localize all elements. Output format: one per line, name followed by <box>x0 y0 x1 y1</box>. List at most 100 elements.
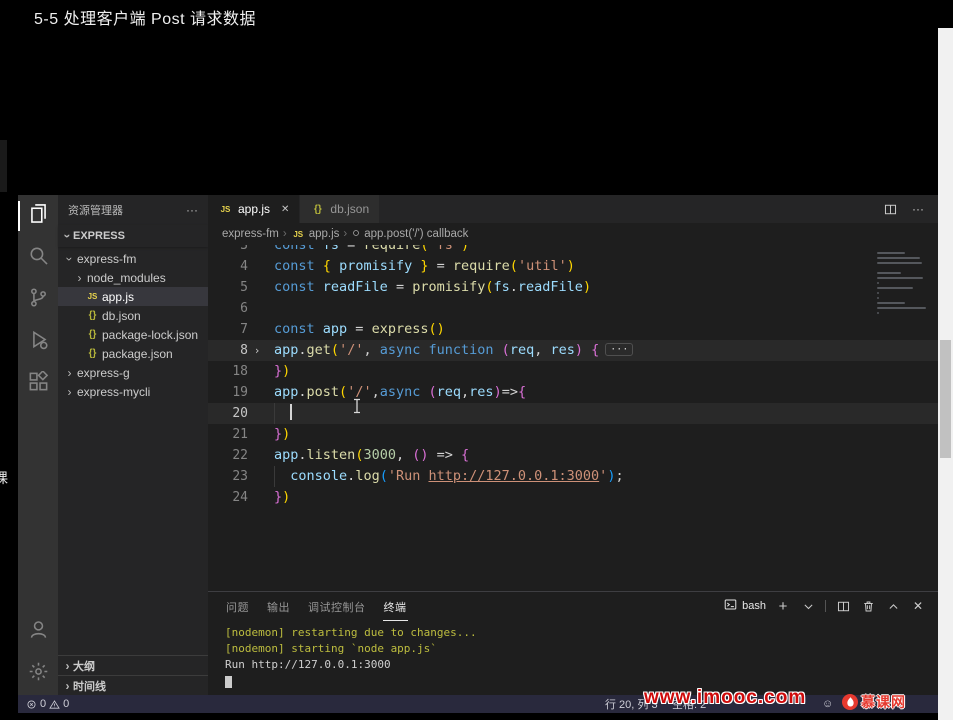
folded-code-badge[interactable]: ··· <box>605 343 634 356</box>
tree-item-package-lock.json[interactable]: {} package-lock.json <box>58 325 208 344</box>
tree-item-express-fm[interactable]: › express-fm <box>58 249 208 268</box>
split-editor-icon[interactable] <box>882 201 898 217</box>
imooc-logo-text: 慕课网 <box>861 694 906 710</box>
close-icon[interactable]: ✕ <box>910 598 926 614</box>
extensions-icon <box>28 369 49 397</box>
tree-item-package.json[interactable]: {} package.json <box>58 344 208 363</box>
tree-item-label: express-mycli <box>77 384 151 399</box>
tree-item-label: package-lock.json <box>102 327 199 342</box>
timeline-section[interactable]: › 时间线 <box>58 675 208 695</box>
chevron-down-icon[interactable] <box>800 598 816 614</box>
run-debug-button[interactable] <box>18 321 58 363</box>
panel: 问题 输出 调试控制台 终端 bash + ✕ [nodemon] restarting… <box>208 591 938 695</box>
problems-indicator[interactable]: 0 0 <box>26 698 69 710</box>
js-file-icon: JS <box>87 292 98 301</box>
account-icon <box>28 619 49 645</box>
tree-item-label: express-g <box>77 365 130 380</box>
scm-icon <box>28 287 49 313</box>
fold-chevron-icon[interactable]: › <box>248 340 266 361</box>
terminal-cursor <box>225 676 232 688</box>
close-icon[interactable]: ✕ <box>281 204 289 215</box>
tree-item-node_modules[interactable]: › node_modules <box>58 268 208 287</box>
code-line-6[interactable]: 6 <box>208 298 938 319</box>
page-scrollbar[interactable] <box>938 28 953 720</box>
vscode-window: 资源管理器 ··· › EXPRESS › express-fm › node_mod… <box>18 195 938 713</box>
plus-icon[interactable]: + <box>775 598 791 614</box>
screen: 5-5 处理客户端 Post 请求数据 课 资源管理器 ··· › EXPRES… <box>0 0 953 720</box>
code-line-5[interactable]: 5 const readFile = promisify(fs.readFile) <box>208 277 938 298</box>
code-line-24[interactable]: 24}) <box>208 487 938 508</box>
tree-item-express-mycli[interactable]: › express-mycli <box>58 382 208 401</box>
tree-item-db.json[interactable]: {} db.json <box>58 306 208 325</box>
code-line-18[interactable]: 18}) <box>208 361 938 382</box>
code-line-23[interactable]: 23 console.log('Run http://127.0.0.1:300… <box>208 466 938 487</box>
code-line-4[interactable]: 4 const { promisify } = require('util') <box>208 256 938 277</box>
panel-tab-调试控制台[interactable]: 调试控制台 <box>307 592 367 621</box>
text-cursor <box>290 404 293 420</box>
error-count: 0 <box>40 698 47 710</box>
line-number: 7 <box>240 322 248 337</box>
warning-count: 0 <box>63 698 70 710</box>
error-icon <box>26 699 37 710</box>
code-line-8[interactable]: 8 › app.get('/', async function (req, res)… <box>208 340 938 361</box>
code-line-21[interactable]: 21}) <box>208 424 938 445</box>
code-line-7[interactable]: 7 const app = express() <box>208 319 938 340</box>
tab-db.json[interactable]: {} db.json <box>300 195 381 223</box>
breadcrumb-separator: › <box>343 228 348 240</box>
terminal-selector[interactable]: bash <box>724 598 766 614</box>
split-icon[interactable] <box>835 598 851 614</box>
minimap[interactable] <box>874 249 930 314</box>
debug-icon <box>28 329 49 355</box>
line-number: 21 <box>232 427 248 442</box>
terminal-output[interactable]: [nodemon] restarting due to changes... [n… <box>208 620 938 695</box>
tab-app.js[interactable]: JS app.js ✕ <box>208 195 301 223</box>
more-icon[interactable]: ··· <box>910 201 926 217</box>
code-editor[interactable]: 3 const fs = require('fs') 4 const { promis… <box>208 245 938 591</box>
scrollbar-thumb[interactable] <box>940 340 951 458</box>
breadcrumb-item[interactable]: express-fm <box>222 228 279 240</box>
code-line-20[interactable]: 20 <box>208 403 938 424</box>
code-text: }) <box>274 363 291 379</box>
code-line-22[interactable]: 22 app.listen(3000, () => { <box>208 445 938 466</box>
tree-item-label: app.js <box>102 289 135 304</box>
line-number: 19 <box>232 385 248 400</box>
json-file-icon: {} <box>314 203 322 215</box>
terminal-line: [nodemon] starting `node app.js` <box>225 642 437 655</box>
line-number: 24 <box>232 490 248 505</box>
breadcrumb: express-fm › JS app.js › app.post('/') callba… <box>208 223 938 245</box>
panel-tab-问题[interactable]: 问题 <box>225 592 250 621</box>
panel-tab-bar: 问题 输出 调试控制台 终端 bash + ✕ <box>208 592 938 621</box>
side-text-fragment: 课 <box>0 470 8 486</box>
panel-tab-终端[interactable]: 终端 <box>382 592 408 621</box>
breadcrumb-item[interactable]: app.post('/') callback <box>351 228 468 241</box>
tree-item-label: node_modules <box>87 270 166 285</box>
panel-tab-输出[interactable]: 输出 <box>266 592 291 621</box>
settings-button[interactable] <box>18 653 58 695</box>
outline-section[interactable]: › 大纲 <box>58 655 208 675</box>
breadcrumb-item[interactable]: JS app.js <box>291 228 339 240</box>
json-file-icon: {} <box>88 329 97 340</box>
feedback-icon[interactable]: ☺ <box>822 698 833 710</box>
code-text: app.listen(3000, () => { <box>274 447 470 463</box>
explorer-button[interactable] <box>18 195 58 237</box>
chevron-up-icon[interactable] <box>885 598 901 614</box>
video-player-area[interactable] <box>18 28 938 195</box>
timeline-label: 时间线 <box>73 680 106 693</box>
more-actions-icon[interactable]: ··· <box>186 204 198 216</box>
code-text: const readFile = promisify(fs.readFile) <box>274 279 592 295</box>
source-control-button[interactable] <box>18 279 58 321</box>
line-number: 6 <box>240 301 248 316</box>
account-button[interactable] <box>18 611 58 653</box>
imooc-logo: 慕课网 <box>842 692 906 712</box>
tree-item-app.js[interactable]: JS app.js <box>58 287 208 306</box>
panel-actions: bash + ✕ <box>724 598 938 614</box>
code-line-3[interactable]: 3 const fs = require('fs') <box>208 245 938 256</box>
extensions-button[interactable] <box>18 363 58 405</box>
line-number: 18 <box>232 364 248 379</box>
section-express[interactable]: › EXPRESS <box>58 225 208 247</box>
scrub-fragment <box>0 140 7 192</box>
code-line-19[interactable]: 19 app.post('/',async (req,res)=>{ <box>208 382 938 403</box>
trash-icon[interactable] <box>860 598 876 614</box>
tree-item-express-g[interactable]: › express-g <box>58 363 208 382</box>
search-button[interactable] <box>18 237 58 279</box>
